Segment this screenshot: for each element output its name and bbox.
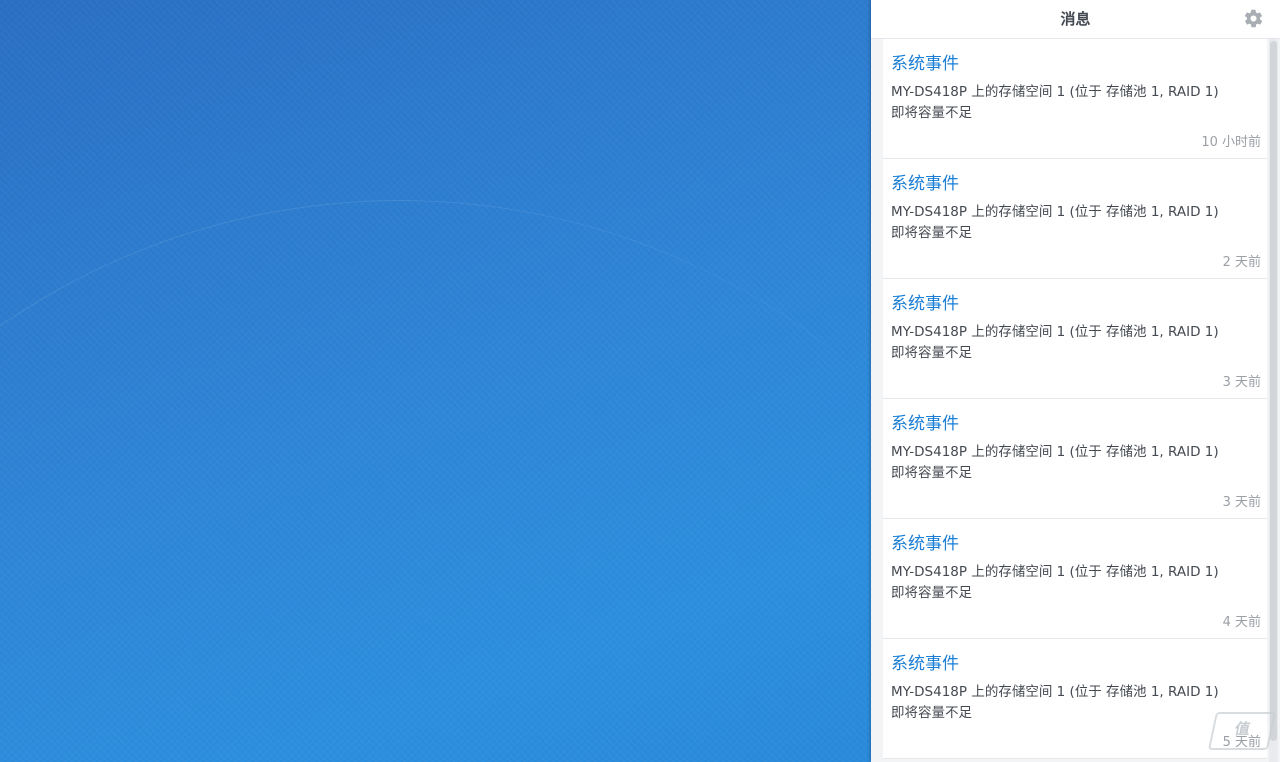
notification-message-line2: 即将容量不足 [891,225,972,241]
notification-title: 系统事件 [891,294,959,314]
notification-title: 系统事件 [891,414,959,434]
notification-message-line2: 即将容量不足 [891,585,972,601]
notification-time: 3 天前 [1222,375,1261,390]
notification-title: 系统事件 [891,54,959,74]
panel-header: 消息 [871,0,1280,39]
scrollbar-thumb[interactable] [1270,41,1277,741]
notification-message-line1: MY-DS418P 上的存储空间 1 (位于 存储池 1, RAID 1) [891,84,1219,100]
notification-message-line1: MY-DS418P 上的存储空间 1 (位于 存储池 1, RAID 1) [891,444,1219,460]
notification-message: MY-DS418P 上的存储空间 1 (位于 存储池 1, RAID 1) 即将… [891,202,1261,244]
notification-title: 系统事件 [891,654,959,674]
notification-message-line1: MY-DS418P 上的存储空间 1 (位于 存储池 1, RAID 1) [891,684,1219,700]
notification-time: 10 小时前 [1201,135,1261,150]
watermark-logo: 值 [1207,712,1277,750]
notification-item[interactable]: 系统事件 MY-DS418P 上的存储空间 1 (位于 存储池 1, RAID … [883,279,1267,399]
notification-message: MY-DS418P 上的存储空间 1 (位于 存储池 1, RAID 1) 即将… [891,682,1261,724]
notification-message: MY-DS418P 上的存储空间 1 (位于 存储池 1, RAID 1) 即将… [891,322,1261,364]
gear-icon[interactable] [1243,8,1264,29]
notification-time: 3 天前 [1222,495,1261,510]
notification-item[interactable]: 系统事件 MY-DS418P 上的存储空间 1 (位于 存储池 1, RAID … [883,519,1267,639]
notification-title: 系统事件 [891,174,959,194]
notification-item[interactable]: 系统事件 MY-DS418P 上的存储空间 1 (位于 存储池 1, RAID … [883,159,1267,279]
notification-title: 系统事件 [891,534,959,554]
notification-message: MY-DS418P 上的存储空间 1 (位于 存储池 1, RAID 1) 即将… [891,562,1261,604]
notification-panel: 消息 系统事件 MY-DS418P 上的存储空间 1 (位于 存储池 1, RA… [871,0,1280,762]
notification-item[interactable]: 系统事件 MY-DS418P 上的存储空间 1 (位于 存储池 1, RAID … [883,39,1267,159]
notification-message-line1: MY-DS418P 上的存储空间 1 (位于 存储池 1, RAID 1) [891,204,1219,220]
notification-time: 2 天前 [1222,255,1261,270]
notification-time: 4 天前 [1222,615,1261,630]
notification-item[interactable]: 系统事件 MY-DS418P 上的存储空间 1 (位于 存储池 1, RAID … [883,399,1267,519]
scrollbar[interactable] [1269,39,1278,762]
notification-message-line1: MY-DS418P 上的存储空间 1 (位于 存储池 1, RAID 1) [891,324,1219,340]
panel-title: 消息 [1060,10,1091,28]
notification-message-line2: 即将容量不足 [891,465,972,481]
notification-message-line2: 即将容量不足 [891,705,972,721]
notification-message: MY-DS418P 上的存储空间 1 (位于 存储池 1, RAID 1) 即将… [891,82,1261,124]
notification-message-line1: MY-DS418P 上的存储空间 1 (位于 存储池 1, RAID 1) [891,564,1219,580]
notification-message: MY-DS418P 上的存储空间 1 (位于 存储池 1, RAID 1) 即将… [891,442,1261,484]
notification-message-line2: 即将容量不足 [891,345,972,361]
notification-message-line2: 即将容量不足 [891,105,972,121]
notification-list: 系统事件 MY-DS418P 上的存储空间 1 (位于 存储池 1, RAID … [883,39,1267,759]
